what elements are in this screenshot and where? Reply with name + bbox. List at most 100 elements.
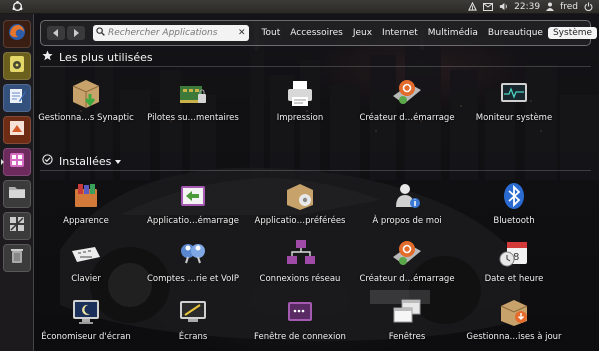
app-label: Gestionna…ises à jour: [466, 332, 562, 342]
screensaver-icon: [69, 295, 103, 329]
app-label: Gestionna…s Synaptic: [38, 113, 134, 123]
category-tout[interactable]: Tout: [257, 27, 286, 39]
windows-icon: [390, 295, 424, 329]
dash-search-bar: ✕ Tout Accessoires Jeux Internet Multimé…: [40, 20, 598, 46]
workspaces-icon: [7, 214, 27, 238]
active-lens-indicator: [1, 159, 4, 165]
user-icon: [546, 2, 555, 11]
back-arrow-icon[interactable]: [47, 26, 65, 40]
displays-icon: [176, 295, 210, 329]
star-icon: [42, 50, 53, 64]
app-label: Écrans: [178, 332, 208, 342]
ubuntu-logo-icon[interactable]: [0, 0, 34, 14]
section-header-installed[interactable]: Installées: [42, 154, 122, 168]
search-input[interactable]: [108, 28, 238, 38]
app-appearance[interactable]: Apparence: [34, 179, 138, 226]
files-lens-icon: [7, 182, 27, 206]
app-label: Apparence: [63, 216, 109, 226]
app-label: Connexions réseau: [259, 274, 341, 284]
search-box[interactable]: ✕: [93, 25, 249, 41]
app-label: Créateur d…émarrage: [359, 113, 455, 123]
category-bureautique[interactable]: Bureautique: [483, 27, 548, 39]
startup-disk-creator-icon: [390, 237, 424, 271]
applications-lens-icon: [7, 150, 27, 174]
app-displays[interactable]: Écrans: [141, 295, 245, 342]
launcher-rhythmbox[interactable]: [3, 52, 31, 80]
network-connections-icon: [283, 237, 317, 271]
clear-search-icon[interactable]: ✕: [238, 28, 246, 38]
section-divider: [40, 170, 591, 171]
nav-arrows: [47, 26, 85, 40]
app-synaptic[interactable]: Gestionna…s Synaptic: [34, 76, 138, 123]
category-internet[interactable]: Internet: [377, 27, 423, 39]
app-keyboard[interactable]: Clavier: [34, 237, 138, 284]
trash-icon: [7, 246, 27, 270]
app-update-manager[interactable]: Gestionna…ises à jour: [462, 295, 566, 342]
presentation-icon: [7, 118, 27, 142]
app-windows[interactable]: Fenêtres: [355, 295, 459, 342]
app-startup-disk-creator-2[interactable]: Créateur d…émarrage: [355, 237, 459, 284]
app-label: Moniteur système: [475, 113, 553, 123]
app-label: Date et heure: [484, 274, 544, 284]
additional-drivers-icon: [176, 76, 210, 110]
power-icon[interactable]: [584, 2, 593, 11]
app-startup-disk-creator[interactable]: Créateur d…émarrage: [355, 76, 459, 123]
search-icon: [96, 27, 105, 39]
app-label: Applicatio…émarrage: [147, 216, 239, 226]
forward-arrow-icon[interactable]: [67, 26, 85, 40]
text-editor-icon: [7, 86, 27, 110]
volume-indicator-icon[interactable]: [499, 2, 508, 11]
category-systeme[interactable]: Système: [547, 27, 598, 39]
app-system-monitor[interactable]: Moniteur système: [462, 76, 566, 123]
calendar-clock-icon: 8: [497, 237, 531, 271]
app-label: À propos de moi: [372, 216, 442, 226]
launcher-files-lens[interactable]: [3, 180, 31, 208]
launcher-impress[interactable]: [3, 116, 31, 144]
mail-indicator-icon[interactable]: [483, 2, 494, 11]
network-indicator-icon[interactable]: [468, 2, 478, 11]
bluetooth-icon: [497, 179, 531, 213]
category-jeux[interactable]: Jeux: [348, 27, 377, 39]
category-multimedia[interactable]: Multimédia: [423, 27, 483, 39]
firefox-icon: [7, 22, 27, 46]
app-bluetooth[interactable]: Bluetooth: [462, 179, 566, 226]
app-printing[interactable]: Impression: [248, 76, 352, 123]
user-name-label[interactable]: fred: [560, 2, 578, 12]
clock-label[interactable]: 22:39: [514, 2, 540, 12]
app-login-screen[interactable]: Fenêtre de connexion: [248, 295, 352, 342]
app-label: Impression: [276, 113, 324, 123]
im-accounts-icon: [176, 237, 210, 271]
app-label: Fenêtres: [388, 332, 426, 342]
expand-triangle-icon: [115, 155, 122, 168]
app-label: Créateur d…émarrage: [359, 274, 455, 284]
startup-disk-creator-icon: [390, 76, 424, 110]
app-preferred-applications[interactable]: Applicatio…préférées: [248, 179, 352, 226]
dash-overlay: ✕ Tout Accessoires Jeux Internet Multimé…: [34, 14, 599, 351]
category-accessoires[interactable]: Accessoires: [285, 27, 348, 39]
app-network-connections[interactable]: Connexions réseau: [248, 237, 352, 284]
app-date-time[interactable]: 8 Date et heure: [462, 237, 566, 284]
update-manager-icon: [497, 295, 531, 329]
app-screensaver[interactable]: Économiseur d'écran: [34, 295, 138, 342]
app-im-accounts[interactable]: Comptes …rie et VoIP: [141, 237, 245, 284]
launcher-trash[interactable]: [3, 244, 31, 272]
appearance-icon: [69, 179, 103, 213]
launcher-firefox[interactable]: [3, 20, 31, 48]
app-label: Bluetooth: [493, 216, 535, 226]
startup-applications-icon: [176, 179, 210, 213]
app-label: Clavier: [71, 274, 101, 284]
app-startup-applications[interactable]: Applicatio…émarrage: [141, 179, 245, 226]
app-label: Comptes …rie et VoIP: [146, 274, 240, 284]
about-me-icon: [390, 179, 424, 213]
app-additional-drivers[interactable]: Pilotes su…mentaires: [141, 76, 245, 123]
launcher-applications-lens[interactable]: [3, 148, 31, 176]
music-player-icon: [7, 54, 27, 78]
launcher-workspaces[interactable]: [3, 212, 31, 240]
preferred-applications-icon: [283, 179, 317, 213]
launcher-text-editor[interactable]: [3, 84, 31, 112]
keyboard-icon: [69, 237, 103, 271]
launcher: [0, 14, 34, 351]
app-label: Fenêtre de connexion: [254, 332, 346, 342]
section-title: Installées: [59, 154, 112, 168]
app-about-me[interactable]: À propos de moi: [355, 179, 459, 226]
